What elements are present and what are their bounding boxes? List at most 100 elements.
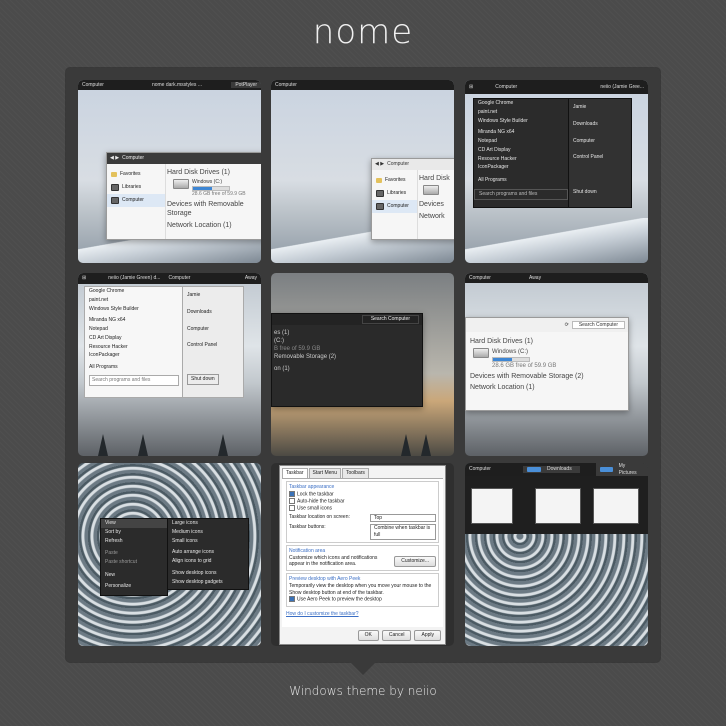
tab-taskbar[interactable]: Taskbar — [282, 468, 308, 478]
screenshot-explorer-2[interactable]: Computer ◀ ▶ Computer Favorites Libraries… — [271, 80, 454, 263]
program-item[interactable]: Notepad — [474, 137, 568, 146]
tab-start-menu[interactable]: Start Menu — [308, 468, 341, 478]
screenshot-explorer-fog[interactable]: Computer Away ⟳ Search Computer Hard Disk … — [465, 273, 648, 456]
checkbox-row[interactable]: Lock the taskbar — [289, 490, 436, 498]
menu-item[interactable]: Show desktop icons — [168, 569, 248, 578]
start-link[interactable]: Computer — [183, 321, 243, 338]
program-item[interactable]: Windows Style Builder — [474, 117, 568, 126]
all-programs[interactable]: All Programs — [474, 176, 568, 185]
screenshot-start-menu-light[interactable]: ⊞ neiio (Jamie Green) d... Computer Away… — [78, 273, 261, 456]
refresh-icon[interactable]: ⟳ — [565, 322, 569, 329]
ok-button[interactable]: OK — [357, 630, 379, 641]
screenshot-taskbar-properties[interactable]: Taskbar Start Menu Toolbars Taskbar appe… — [271, 463, 454, 646]
menu-item[interactable]: Auto arrange icons — [168, 548, 248, 557]
program-item[interactable]: Google Chrome — [85, 287, 183, 296]
start-link[interactable]: Downloads — [183, 304, 243, 321]
menu-item[interactable]: Sort by — [101, 528, 167, 537]
program-item[interactable]: Resource Hacker — [474, 155, 568, 164]
search-input[interactable]: Search programs and files — [474, 188, 568, 200]
shutdown-button[interactable]: Shut down — [569, 188, 631, 197]
start-icon: ⊞ — [469, 83, 474, 90]
taskbar: ⊞ Computer neiio (Jamie Gree... — [465, 80, 648, 94]
menu-item[interactable]: Align icons to grid — [168, 557, 248, 566]
window-thumbnail[interactable] — [593, 488, 639, 524]
group-notification: Notification area Customize which icons … — [286, 544, 439, 572]
menu-item[interactable]: Personalize — [101, 582, 167, 591]
drive-free: 28.6 GB free of 59.9 GB — [192, 191, 246, 198]
program-item[interactable]: IconPackager — [474, 163, 568, 172]
library-icon — [111, 183, 119, 191]
checkbox[interactable] — [289, 497, 295, 504]
start-link[interactable]: Jamie — [183, 287, 243, 304]
start-link[interactable]: Downloads — [569, 116, 631, 133]
window-thumbnail[interactable] — [535, 488, 581, 524]
program-item[interactable]: CD Art Display — [474, 146, 568, 155]
menu-item[interactable]: Show desktop gadgets — [168, 578, 248, 587]
dialog-buttons: OK Cancel Apply — [357, 630, 441, 641]
program-item[interactable]: Notepad — [85, 325, 183, 334]
credit-text: Windows theme by neiio — [289, 684, 437, 698]
customize-button[interactable]: Customize... — [394, 556, 436, 567]
menu-item[interactable]: Large icons — [168, 519, 248, 528]
menu-item[interactable]: View — [101, 519, 167, 528]
screenshot-context-menu[interactable]: View Sort by Refresh Paste Paste shortcu… — [78, 463, 261, 646]
shutdown-button[interactable]: Shut down — [187, 374, 219, 385]
search-input[interactable]: Search Computer — [571, 320, 625, 330]
checkbox[interactable] — [289, 596, 295, 603]
computer-icon — [111, 196, 119, 204]
menu-item[interactable]: Paste shortcut — [101, 558, 167, 567]
taskbar-item: Computer — [469, 274, 491, 281]
screenshot-dark-explorer[interactable]: Search Computer es (1) (C:) B free of 59… — [271, 273, 454, 456]
search-input[interactable]: Search Computer — [361, 315, 419, 324]
taskbar-item: My Pictures — [618, 463, 637, 476]
start-link[interactable]: Computer — [569, 133, 631, 150]
tab-content: Taskbar appearance Lock the taskbar Auto… — [282, 477, 443, 627]
start-link[interactable]: Control Panel — [569, 149, 631, 166]
view-submenu: Large icons Medium icons Small icons Aut… — [167, 518, 249, 590]
menu-item[interactable]: New — [101, 571, 167, 580]
all-programs[interactable]: All Programs — [85, 363, 183, 372]
main-pane: Hard Disk Drives (1) Windows (C:) 28.6 GB… — [167, 166, 261, 239]
tab-toolbars[interactable]: Toolbars — [341, 468, 369, 478]
checkbox-row[interactable]: Auto-hide the taskbar — [289, 497, 436, 505]
taskbar: Computer — [271, 80, 454, 90]
checkbox-row[interactable]: Use small icons — [289, 504, 436, 512]
group-header: Devices with Removable Storage (2) — [470, 372, 584, 380]
cancel-button[interactable]: Cancel — [381, 630, 412, 641]
taskbar-item: Computer — [168, 275, 191, 282]
program-item[interactable]: Miranda NG x64 — [474, 128, 568, 137]
thumbnail-strip — [465, 476, 648, 534]
location-row: Taskbar location on screen: Top — [289, 513, 436, 523]
screenshot-taskbar-thumbnails[interactable]: Computer Downloads My Pictures — [465, 463, 648, 646]
screenshot-explorer[interactable]: Computer nome dark.msstyles ... PotPlaye… — [78, 80, 261, 263]
nav-label: Computer — [387, 202, 409, 209]
group-header: Hard Disk Drives (1) — [470, 338, 534, 345]
program-item[interactable]: paint.net — [474, 108, 568, 117]
location-select[interactable]: Top — [370, 513, 436, 523]
help-link[interactable]: How do I customize the taskbar? — [286, 611, 439, 618]
start-link[interactable]: Control Panel — [183, 337, 243, 354]
checkbox[interactable] — [289, 504, 295, 511]
checkbox[interactable] — [289, 490, 295, 497]
window-bar: Search Computer — [272, 314, 422, 325]
apply-button[interactable]: Apply — [414, 630, 441, 641]
program-item[interactable]: IconPackager — [85, 351, 183, 360]
checkbox-row[interactable]: Use Aero Peek to preview the desktop — [289, 596, 436, 603]
menu-item[interactable]: Paste — [101, 549, 167, 558]
window-thumbnail[interactable] — [471, 488, 513, 524]
program-item[interactable]: paint.net — [85, 296, 183, 305]
start-link[interactable]: Jamie — [569, 99, 631, 116]
menu-item[interactable]: Medium icons — [168, 528, 248, 537]
menu-item[interactable]: Refresh — [101, 537, 167, 546]
drive-name: (C:) — [274, 338, 284, 345]
search-input[interactable]: Search programs and files — [89, 374, 179, 386]
screenshot-start-menu[interactable]: ⊞ Computer neiio (Jamie Gree... Google C… — [465, 80, 648, 263]
menu-item[interactable]: Small icons — [168, 537, 248, 546]
field-label: Taskbar buttons: — [289, 524, 326, 531]
buttons-select[interactable]: Combine when taskbar is full — [370, 524, 436, 540]
program-item[interactable]: Resource Hacker — [85, 343, 183, 352]
program-item[interactable]: Windows Style Builder — [85, 305, 183, 314]
program-item[interactable]: CD Art Display — [85, 334, 183, 343]
program-item[interactable]: Google Chrome — [474, 99, 568, 108]
program-item[interactable]: Miranda NG x64 — [85, 316, 183, 325]
